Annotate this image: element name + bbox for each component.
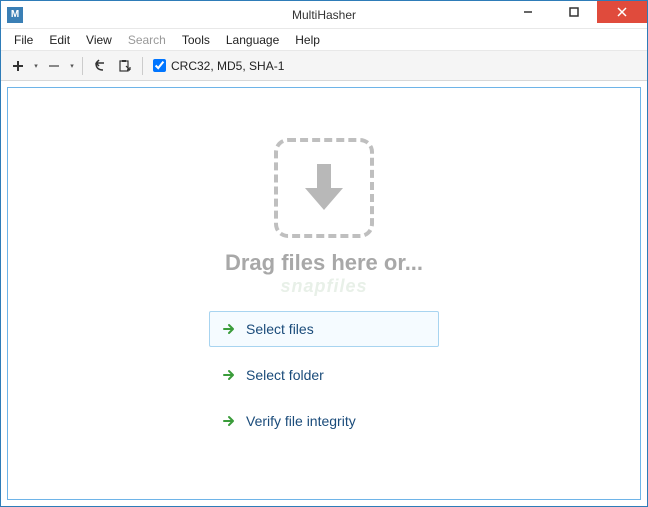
hash-algorithms-label: CRC32, MD5, SHA-1 [171, 59, 284, 73]
action-list: Select files Select folder Verify file i… [209, 311, 439, 439]
menu-file[interactable]: File [7, 31, 40, 49]
watermark: snapfiles [280, 276, 367, 297]
arrow-right-icon [222, 368, 236, 382]
plus-icon [11, 59, 25, 73]
menu-view[interactable]: View [79, 31, 119, 49]
app-icon: M [7, 7, 23, 23]
dropzone[interactable] [274, 138, 374, 238]
maximize-icon [569, 7, 579, 17]
add-dropdown[interactable]: ▾ [32, 62, 40, 70]
clipboard-icon [118, 59, 132, 73]
menu-language[interactable]: Language [219, 31, 286, 49]
paste-button[interactable] [114, 55, 136, 77]
toolbar: ▾ ▾ CRC32, MD5, SHA-1 [1, 51, 647, 81]
toolbar-separator [142, 57, 143, 75]
drag-prompt: Drag files here or... [225, 250, 423, 276]
app-window: M MultiHasher File Edit View Search Tool… [0, 0, 648, 507]
menu-tools[interactable]: Tools [175, 31, 217, 49]
toolbar-separator [82, 57, 83, 75]
verify-integrity-button[interactable]: Verify file integrity [209, 403, 439, 439]
down-arrow-icon [301, 160, 347, 216]
menubar: File Edit View Search Tools Language Hel… [1, 29, 647, 51]
undo-arrow-icon [93, 59, 107, 73]
minimize-icon [523, 7, 533, 17]
verify-integrity-label: Verify file integrity [246, 413, 356, 429]
select-files-button[interactable]: Select files [209, 311, 439, 347]
select-files-label: Select files [246, 321, 314, 337]
arrow-right-icon [222, 414, 236, 428]
menu-search[interactable]: Search [121, 31, 173, 49]
select-folder-label: Select folder [246, 367, 324, 383]
hash-algorithms-toggle[interactable]: CRC32, MD5, SHA-1 [153, 59, 284, 73]
menu-edit[interactable]: Edit [42, 31, 77, 49]
minus-icon [47, 59, 61, 73]
remove-button[interactable] [43, 55, 65, 77]
maximize-button[interactable] [551, 1, 597, 23]
minimize-button[interactable] [505, 1, 551, 23]
window-controls [505, 1, 647, 28]
titlebar[interactable]: M MultiHasher [1, 1, 647, 29]
add-button[interactable] [7, 55, 29, 77]
arrow-right-icon [222, 322, 236, 336]
window-title: MultiHasher [292, 8, 356, 22]
undo-button[interactable] [89, 55, 111, 77]
close-button[interactable] [597, 1, 647, 23]
menu-help[interactable]: Help [288, 31, 327, 49]
main-content: Drag files here or... snapfiles Select f… [7, 87, 641, 500]
select-folder-button[interactable]: Select folder [209, 357, 439, 393]
hash-checkbox[interactable] [153, 59, 166, 72]
remove-dropdown[interactable]: ▾ [68, 62, 76, 70]
close-icon [617, 7, 627, 17]
